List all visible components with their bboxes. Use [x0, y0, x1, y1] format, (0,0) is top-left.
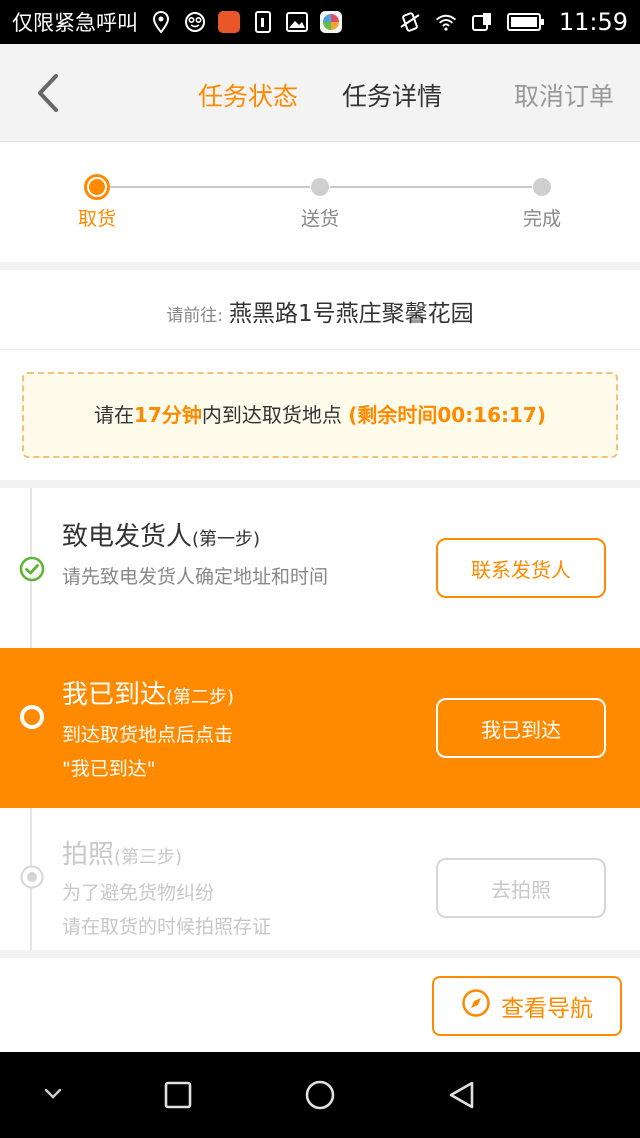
compass-icon [461, 988, 491, 1024]
chevron-down-icon[interactable] [42, 1086, 64, 1102]
notice-text: 请在 [94, 403, 134, 427]
step-title-text: 致电发货人 [62, 522, 193, 552]
step-description-line: 到达取货地点后点击 [62, 724, 234, 746]
step-subtitle: (第二步) [166, 687, 235, 708]
notice-remaining-time: (剩余时间00:16:17) [348, 403, 546, 427]
step-call-shipper: 致电发货人(第一步) 请先致电发货人确定地址和时间 联系发货人 [0, 488, 640, 648]
carrier-text: 仅限紧急呼叫 [12, 11, 138, 35]
address-value: 燕黑路1号燕庄聚馨花园 [229, 301, 474, 327]
home-circle-icon[interactable] [304, 1079, 336, 1111]
step-description-line: 请在取货的时候拍照存证 [62, 916, 272, 938]
step-description-line: 为了避免货物纠纷 [62, 882, 215, 904]
back-triangle-icon[interactable] [446, 1079, 478, 1111]
view-navigation-label: 查看导航 [501, 996, 593, 1022]
step-subtitle: (第三步) [114, 847, 183, 868]
step-take-photo: 拍照(第三步) 为了避免货物纠纷 请在取货的时候拍照存证 去拍照 [0, 808, 640, 950]
sim-icon [252, 11, 274, 33]
location-icon [150, 11, 172, 33]
battery-icon [506, 11, 545, 33]
step-description-line: "我已到达" [62, 758, 156, 780]
app-red-icon [218, 11, 240, 33]
progress-line [330, 186, 532, 188]
data-icon [471, 11, 493, 33]
progress-label-complete: 完成 [522, 208, 561, 230]
check-circle-icon [19, 556, 45, 582]
task-steps-list: 致电发货人(第一步) 请先致电发货人确定地址和时间 联系发货人 我已到达(第二步… [0, 488, 640, 950]
clock-text: 11:59 [558, 8, 628, 36]
notice-minutes: 17分钟 [134, 403, 202, 427]
face-icon [184, 11, 206, 33]
take-photo-button[interactable]: 去拍照 [436, 858, 606, 918]
view-navigation-button[interactable]: 查看导航 [432, 976, 622, 1036]
recents-square-icon[interactable] [163, 1080, 193, 1110]
step-description: 请先致电发货人确定地址和时间 [62, 566, 329, 588]
step-description: 到达取货地点后点击 "我已到达" [62, 718, 233, 786]
step-title: 致电发货人(第一步) [62, 516, 260, 553]
address-prefix: 请前往: [166, 306, 224, 326]
progress-label-delivery: 送货 [300, 208, 339, 230]
wifi-icon [435, 11, 457, 33]
step-title-text: 我已到达 [62, 680, 167, 710]
status-bar: 仅限紧急呼叫 11:59 [0, 0, 640, 44]
cancel-order-button[interactable]: 取消订单 [514, 77, 614, 113]
contact-shipper-button[interactable]: 联系发货人 [436, 538, 606, 598]
notice-section: 请在17分钟内到达取货地点 (剩余时间00:16:17) [0, 350, 640, 480]
back-arrow-icon[interactable] [30, 72, 66, 114]
step-subtitle: (第一步) [192, 529, 261, 550]
time-notice: 请在17分钟内到达取货地点 (剩余时间00:16:17) [22, 372, 618, 458]
footer-bar: 查看导航 [0, 958, 640, 1052]
vibrate-icon [399, 11, 421, 33]
app-header: 任务状态 任务详情 取消订单 [0, 44, 640, 142]
arrived-button[interactable]: 我已到达 [436, 698, 606, 758]
system-nav-bar [0, 1052, 640, 1138]
progress-dot-complete [533, 178, 551, 196]
progress-steps: 取货 送货 完成 [0, 142, 640, 262]
notice-text: 内到达取货地点 [201, 403, 342, 427]
step-title: 拍照(第三步) [62, 834, 182, 871]
step-title-text: 拍照 [62, 840, 115, 870]
progress-line [110, 186, 310, 188]
step-description: 为了避免货物纠纷 请在取货的时候拍照存证 [62, 876, 271, 944]
pending-step-icon [19, 864, 45, 890]
destination-address: 请前往: 燕黑路1号燕庄聚馨花园 [0, 270, 640, 350]
image-icon [286, 11, 308, 33]
app-color-icon [320, 11, 342, 33]
progress-label-pickup: 取货 [77, 208, 116, 230]
current-step-icon [19, 704, 45, 730]
progress-dot-delivery [311, 178, 329, 196]
tab-task-status[interactable]: 任务状态 [198, 77, 298, 113]
step-title: 我已到达(第二步) [62, 674, 234, 711]
progress-dot-pickup [84, 174, 110, 200]
tab-task-detail[interactable]: 任务详情 [342, 77, 442, 113]
step-arrived: 我已到达(第二步) 到达取货地点后点击 "我已到达" 我已到达 [0, 648, 640, 808]
